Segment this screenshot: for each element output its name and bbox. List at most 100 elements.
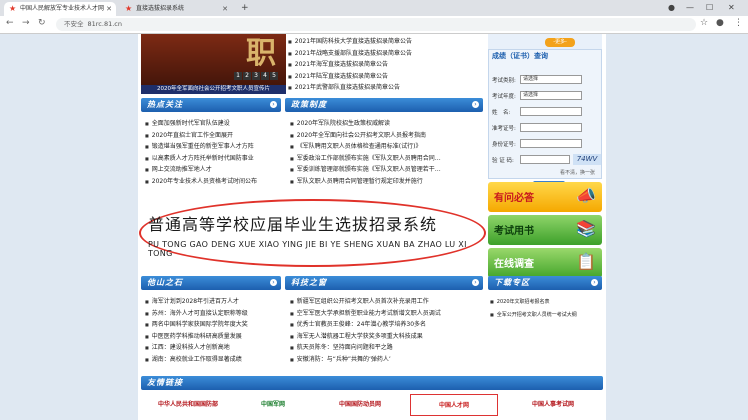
- address-bar[interactable]: 不安全 81rc.81.cn: [56, 18, 696, 31]
- field-label: 准考证号:: [492, 126, 516, 132]
- list-item[interactable]: 2021年战略支援部队直接选拔招录简章公告: [288, 48, 478, 60]
- list-item[interactable]: 2021年海军直接选拔招录简章公告: [288, 59, 478, 71]
- back-icon[interactable]: ←: [6, 18, 14, 28]
- link-cpta[interactable]: 中国人事考试网: [506, 394, 600, 416]
- list-item[interactable]: 苏州：海外人才可直接认定职称等级: [145, 308, 277, 320]
- link-defense-mobilization[interactable]: 中国国防动员网: [318, 394, 402, 416]
- list-item[interactable]: 湖南：高校就业工作取得显著成绩: [145, 354, 277, 366]
- score-query-title: 成绩（证书）查询: [492, 52, 548, 60]
- list-item[interactable]: 2020年专业技术人员资格考试时间公布: [145, 176, 277, 188]
- list-item[interactable]: 江西：建设科技人才创新高地: [145, 342, 277, 354]
- tab-main[interactable]: ★ 中国人民解放军专业技术人才网 ✕: [4, 2, 116, 16]
- more-arrow-icon[interactable]: ›: [270, 101, 277, 108]
- link-talent-net[interactable]: 中国人才网: [410, 394, 498, 416]
- close-tab-icon[interactable]: ✕: [106, 2, 112, 16]
- menu-icon[interactable]: ⋮: [734, 18, 743, 28]
- list-item[interactable]: 军委政治工作部就颁布实施《军队文职人员聘用合同…: [290, 153, 480, 165]
- list-item[interactable]: 网上交流助推军地人才: [145, 164, 277, 176]
- tab-second[interactable]: ★ 直接选拔招录系统 ✕: [120, 2, 232, 16]
- promo-banner[interactable]: 普通高等学校应届毕业生选拔招录系统 PU TONG GAO DENG XUE X…: [138, 199, 486, 271]
- section-title: 友情链接: [147, 378, 183, 387]
- field-label: 考试年度:: [492, 94, 516, 100]
- more-button[interactable]: -更多-: [545, 38, 575, 47]
- list-item[interactable]: 2021年陆军直接选拔招录简章公告: [288, 71, 478, 83]
- section-header-talent: 他山之石 ›: [141, 276, 281, 290]
- close-tab-icon[interactable]: ✕: [222, 2, 228, 16]
- section-title: 下载专区: [494, 278, 530, 287]
- clipboard-icon: 📋: [576, 252, 596, 271]
- forward-icon[interactable]: →: [22, 18, 30, 28]
- page-viewport: 职 12345 2020年全军面向社会公开招考文职人员宣传片 2021年国防科技…: [0, 34, 748, 420]
- record-icon[interactable]: ●: [668, 3, 675, 12]
- list-item[interactable]: 海军计划到2028年引进百万人才: [145, 296, 277, 308]
- admission-number-input[interactable]: [520, 123, 582, 132]
- captcha-input[interactable]: [520, 155, 570, 164]
- list-item[interactable]: 2020年全军面向社会公开招考文职人员报考指南: [290, 130, 480, 142]
- ad-label: 考试用书: [494, 226, 534, 237]
- list-item[interactable]: 以高素质人才方阵托举新时代国防事业: [145, 153, 277, 165]
- ad-ask-answer[interactable]: 有问必答 📣: [488, 182, 602, 212]
- minimize-button[interactable]: —: [686, 3, 694, 12]
- url-text: 81rc.81.cn: [87, 20, 122, 28]
- field-label: 验 证 码:: [492, 158, 514, 164]
- list-item[interactable]: 《军队聘用文职人员体格检查通用标准(试行)》: [290, 141, 480, 153]
- field-label: 姓 名:: [492, 110, 511, 116]
- list-item[interactable]: 锻造堪当强军重任的新型军事人才方阵: [145, 141, 277, 153]
- list-item[interactable]: 海军无人潜航器工程大学获奖多项重大科技成果: [290, 331, 480, 343]
- more-arrow-icon[interactable]: ›: [472, 101, 479, 108]
- banner-page-1[interactable]: 1: [234, 72, 242, 80]
- refresh-captcha-link[interactable]: 看不清，换一张: [560, 169, 595, 176]
- link-81cn[interactable]: 中国军网: [238, 394, 308, 416]
- list-item[interactable]: 全军公开招考文职人员统一考试大纲: [490, 309, 600, 322]
- name-input[interactable]: [520, 107, 582, 116]
- list-item[interactable]: 中医医药学科推动科研高质量发展: [145, 331, 277, 343]
- new-tab-button[interactable]: +: [241, 3, 249, 13]
- list-item[interactable]: 安徽消防：与“兵种”共舞的‘弹药人’: [290, 354, 480, 366]
- list-item[interactable]: 空军军医大学承担新型职业能力考试新增文职人员调试: [290, 308, 480, 320]
- list-item[interactable]: 全面加强新时代军官队伍建设: [145, 118, 277, 130]
- list-item[interactable]: 两名中国科学家获国际学院年度大奖: [145, 319, 277, 331]
- policy-list: 2020年军队院校招生政策权威解读 2020年全军面向社会公开招考文职人员报考指…: [290, 118, 480, 188]
- reload-icon[interactable]: ↻: [38, 18, 46, 28]
- list-item[interactable]: 2020年军队院校招生政策权威解读: [290, 118, 480, 130]
- section-title: 热点关注: [147, 100, 183, 109]
- field-label: 考试类别:: [492, 78, 516, 84]
- ad-online-survey[interactable]: 在线调查 📋: [488, 248, 602, 278]
- list-item[interactable]: 2021年国防科技大学直接选拔招录简章公告: [288, 36, 478, 48]
- section-header-tech: 科技之窗 ›: [285, 276, 483, 290]
- maximize-button[interactable]: ☐: [706, 3, 713, 12]
- list-item[interactable]: 新疆军区组织公开招考文职人员首次补充录用工作: [290, 296, 480, 308]
- banner-page-5[interactable]: 5: [270, 72, 278, 80]
- link-mod[interactable]: 中华人民共和国国防部: [145, 394, 231, 416]
- close-window-button[interactable]: ✕: [728, 3, 735, 12]
- more-arrow-icon[interactable]: ›: [472, 279, 479, 286]
- list-item[interactable]: 军委训练管理部就颁布实施《军队文职人员管理若干…: [290, 164, 480, 176]
- list-item[interactable]: 2020年直招士官工作全面展开: [145, 130, 277, 142]
- list-item[interactable]: 2021年武警部队直接选拔招录简章公告: [288, 82, 478, 94]
- promo-title: 普通高等学校应届毕业生选拔招录系统: [148, 215, 438, 234]
- list-item[interactable]: 军队文职人员聘用合同管理暂行规定印发并施行: [290, 176, 480, 188]
- more-arrow-icon[interactable]: ›: [591, 279, 598, 286]
- bookmark-star-icon[interactable]: ☆: [700, 18, 708, 28]
- list-item[interactable]: 优秀士官教员王俊峰：24年潜心教学培养30多名: [290, 319, 480, 331]
- section-title: 科技之窗: [291, 278, 327, 287]
- captcha-image[interactable]: 74WV: [573, 154, 601, 165]
- banner-caption: 2020年全军面向社会公开招考文职人员宣传片: [141, 85, 286, 94]
- more-arrow-icon[interactable]: ›: [270, 279, 277, 286]
- banner-page-2[interactable]: 2: [243, 72, 251, 80]
- banner-page-4[interactable]: 4: [261, 72, 269, 80]
- banner-image[interactable]: 职 12345 2020年全军面向社会公开招考文职人员宣传片: [141, 34, 286, 94]
- exam-year-select[interactable]: 请选择: [520, 91, 582, 100]
- ad-label: 在线调查: [494, 259, 534, 270]
- section-header-links: 友情链接: [141, 376, 603, 390]
- profile-icon[interactable]: ●: [716, 18, 724, 28]
- talent-list: 海军计划到2028年引进百万人才 苏州：海外人才可直接认定职称等级 两名中国科学…: [145, 296, 277, 366]
- list-item[interactable]: 航天员陈冬：坚持面向问题和平之路: [290, 342, 480, 354]
- promo-pinyin: PU TONG GAO DENG XUE XIAO YING JIE BI YE…: [148, 240, 467, 258]
- list-item[interactable]: 2020年文职招考报名表: [490, 296, 600, 309]
- banner-page-3[interactable]: 3: [252, 72, 260, 80]
- exam-type-select[interactable]: 请选择: [520, 75, 582, 84]
- megaphone-icon: 📣: [576, 186, 596, 205]
- id-number-input[interactable]: [520, 139, 582, 148]
- ad-exam-books[interactable]: 考试用书 📚: [488, 215, 602, 245]
